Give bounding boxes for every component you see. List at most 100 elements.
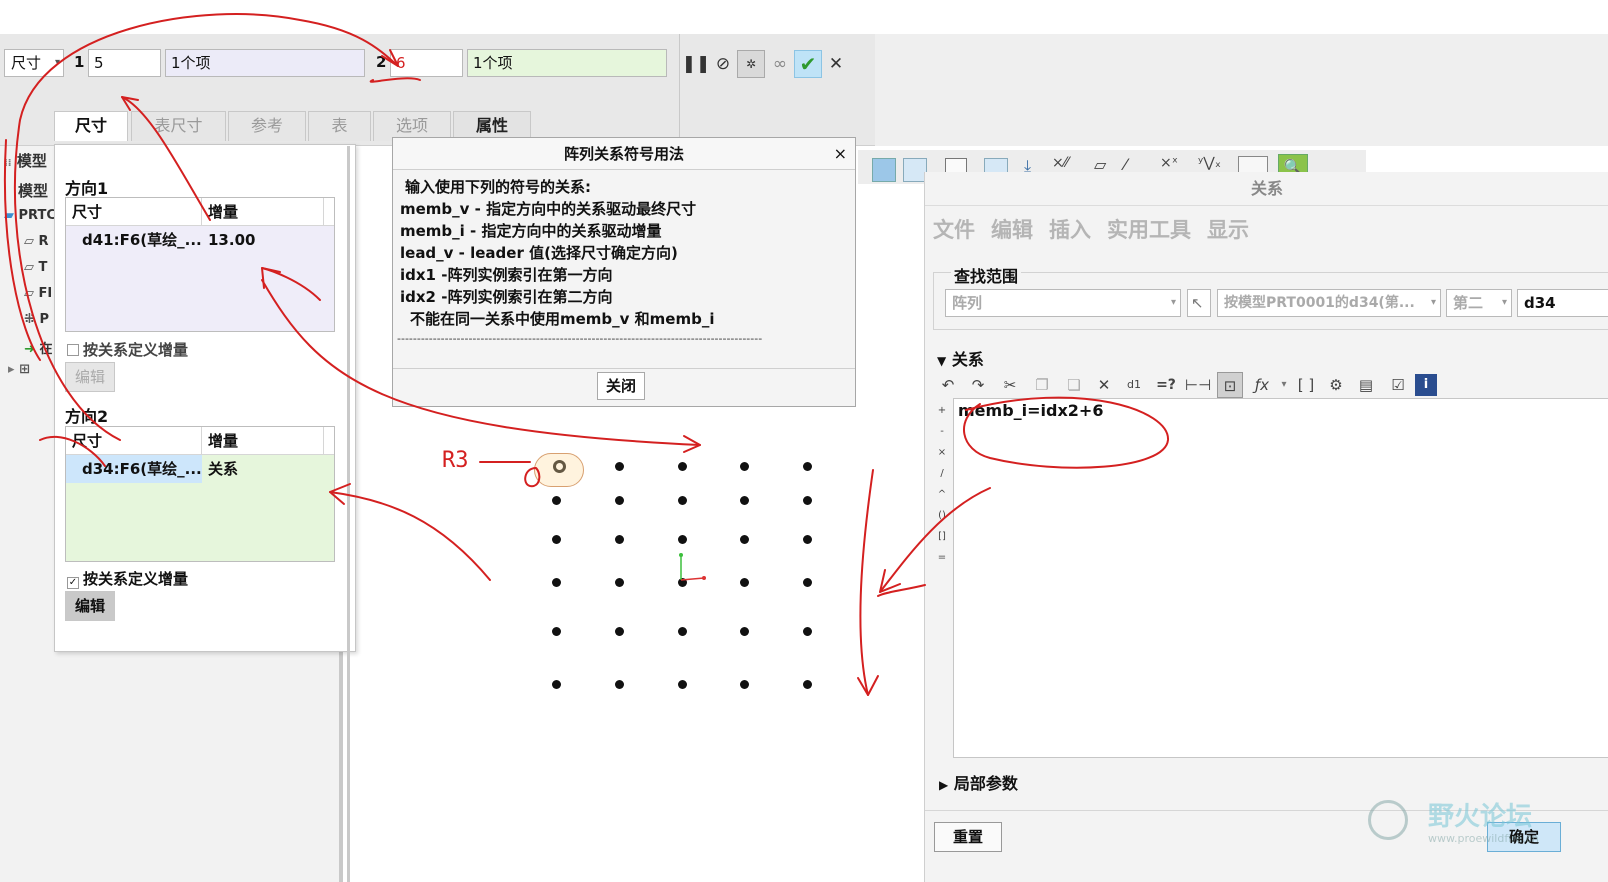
tab-table[interactable]: 表	[308, 111, 371, 141]
tree-item-part[interactable]: ▰ PRTC	[4, 208, 56, 223]
pattern-point[interactable]	[803, 680, 812, 689]
operator-multiply[interactable]: ×	[931, 442, 953, 463]
operator-parentheses[interactable]: ()	[931, 505, 953, 526]
tree-item-insert-here[interactable]: ➜ 在	[24, 338, 52, 357]
pattern-point[interactable]	[678, 627, 687, 636]
pattern-point[interactable]	[678, 462, 687, 471]
direction1-count-input[interactable]: 5	[88, 49, 161, 77]
operator-minus[interactable]: -	[931, 421, 953, 442]
datum-point-icon[interactable]: ×ˣ	[1160, 155, 1178, 171]
direction1-items-collector[interactable]: 1个项	[165, 49, 365, 77]
direction2-increment-cell[interactable]: 关系	[202, 455, 324, 483]
help-close-button[interactable]: 关闭	[597, 372, 645, 400]
tree-item-pattern[interactable]: ▸ ⊞	[8, 362, 30, 377]
pattern-point[interactable]	[740, 462, 749, 471]
select-pointer-icon[interactable]: ↖	[1187, 289, 1211, 317]
relations-section-header[interactable]: ▼ 关系	[937, 346, 984, 370]
tab-dimensions[interactable]: 尺寸	[54, 111, 128, 141]
pattern-point[interactable]	[552, 680, 561, 689]
pattern-point[interactable]	[552, 627, 561, 636]
cancel-close-icon[interactable]: ✕	[822, 50, 850, 78]
direction1-edit-button[interactable]: 编辑	[65, 362, 115, 392]
pattern-point[interactable]	[803, 462, 812, 471]
checkbox-checked[interactable]: ✓	[67, 577, 79, 589]
dimension-icon[interactable]: ⊢⊣	[1185, 372, 1211, 398]
table-row[interactable]: d41:F6(草绘_... 13.00	[66, 226, 334, 254]
display-values-icon[interactable]: d1	[1121, 372, 1147, 398]
close-icon[interactable]: ×	[834, 144, 847, 163]
operator-plus[interactable]: +	[931, 400, 953, 421]
brackets-icon[interactable]: [ ]	[1293, 372, 1319, 398]
direction1-increment-cell[interactable]: 13.00	[202, 226, 324, 254]
pattern-point[interactable]	[615, 535, 624, 544]
pattern-point[interactable]	[740, 535, 749, 544]
pattern-point[interactable]	[803, 627, 812, 636]
pattern-point[interactable]	[552, 496, 561, 505]
tab-table-dimensions[interactable]: 表尺寸	[131, 111, 226, 141]
pattern-type-select[interactable]: 尺寸 ▾	[4, 49, 64, 77]
check-relations-icon[interactable]: ☑	[1385, 372, 1411, 398]
redo-icon[interactable]: ↷	[965, 372, 991, 398]
lookin-dimension-field[interactable]: d34	[1517, 289, 1608, 317]
pattern-point[interactable]	[552, 578, 561, 587]
tree-item-top-plane[interactable]: ▱ T	[24, 260, 47, 275]
feature-preview-icon[interactable]: ✲	[737, 50, 765, 78]
checkbox-unchecked[interactable]	[67, 344, 79, 356]
pattern-point[interactable]	[740, 578, 749, 587]
units-icon[interactable]: ▤	[1353, 372, 1379, 398]
pattern-point[interactable]	[615, 627, 624, 636]
no-preview-icon[interactable]: ⊘	[709, 50, 737, 78]
local-params-header[interactable]: ▶ 局部参数	[939, 770, 1018, 794]
direction2-edit-button[interactable]: 编辑	[65, 591, 115, 621]
pause-icon[interactable]: ❚❚	[682, 50, 711, 78]
tab-references[interactable]: 参考	[228, 111, 306, 141]
tree-item-right-plane[interactable]: ▱ R	[24, 234, 49, 249]
menu-insert[interactable]: 插入	[1049, 214, 1091, 244]
delete-x-icon[interactable]: ✕	[1091, 372, 1117, 398]
operator-divide[interactable]: /	[931, 463, 953, 484]
operator-power[interactable]: ^	[931, 484, 953, 505]
glasses-preview-icon[interactable]: ∞	[766, 50, 794, 78]
view-orient-icon[interactable]	[872, 158, 896, 182]
menu-file[interactable]: 文件	[933, 214, 975, 244]
reset-button[interactable]: 重置	[934, 822, 1002, 852]
lookin-type-select[interactable]: 阵列 ▾	[945, 289, 1181, 317]
pattern-point[interactable]	[615, 578, 624, 587]
operator-brackets[interactable]: []	[931, 526, 953, 547]
table-row[interactable]: d34:F6(草绘_... 关系	[66, 455, 334, 483]
direction2-items-collector[interactable]: 1个项	[467, 49, 667, 77]
direction2-relation-checkbox[interactable]: ✓ 按关系定义增量	[67, 568, 188, 589]
copy-icon[interactable]: ❐	[1029, 372, 1055, 398]
datum-axis-icon[interactable]: ×⁄⁄	[1052, 155, 1068, 171]
undo-icon[interactable]: ↶	[935, 372, 961, 398]
menu-utilities[interactable]: 实用工具	[1107, 214, 1191, 244]
sort-relations-icon[interactable]: ⊡	[1217, 372, 1243, 398]
lookin-direction-select[interactable]: 第二 ▾	[1446, 289, 1512, 317]
pattern-point[interactable]	[615, 496, 624, 505]
pattern-point[interactable]	[740, 496, 749, 505]
relation-line[interactable]: memb_i=idx2+6	[954, 399, 1608, 422]
operator-equals[interactable]: =	[931, 547, 953, 568]
menu-edit[interactable]: 编辑	[991, 214, 1033, 244]
pattern-point[interactable]	[678, 535, 687, 544]
pattern-point[interactable]	[740, 627, 749, 636]
csys-display-icon[interactable]: ʸ⋁ₓ	[1198, 155, 1221, 171]
menu-display[interactable]: 显示	[1207, 214, 1249, 244]
verify-icon[interactable]: ⚙	[1323, 372, 1349, 398]
evaluate-icon[interactable]: =?	[1153, 372, 1179, 398]
pattern-point[interactable]	[552, 535, 561, 544]
direction1-relation-checkbox[interactable]: 按关系定义增量	[67, 339, 188, 360]
cut-icon[interactable]: ✂	[997, 372, 1023, 398]
pattern-point[interactable]	[678, 496, 687, 505]
pattern-point[interactable]	[803, 535, 812, 544]
pattern-point[interactable]	[678, 680, 687, 689]
lookin-model-select[interactable]: 按模型PRT0001的d34(第... ▾	[1217, 289, 1441, 317]
pattern-point[interactable]	[615, 680, 624, 689]
paste-icon[interactable]: ❏	[1061, 372, 1087, 398]
pattern-point[interactable]	[803, 578, 812, 587]
pattern-point[interactable]	[740, 680, 749, 689]
pattern-point[interactable]	[615, 462, 624, 471]
info-icon[interactable]: i	[1415, 374, 1437, 396]
pattern-point[interactable]	[803, 496, 812, 505]
direction2-count-input[interactable]: 6	[390, 49, 463, 77]
